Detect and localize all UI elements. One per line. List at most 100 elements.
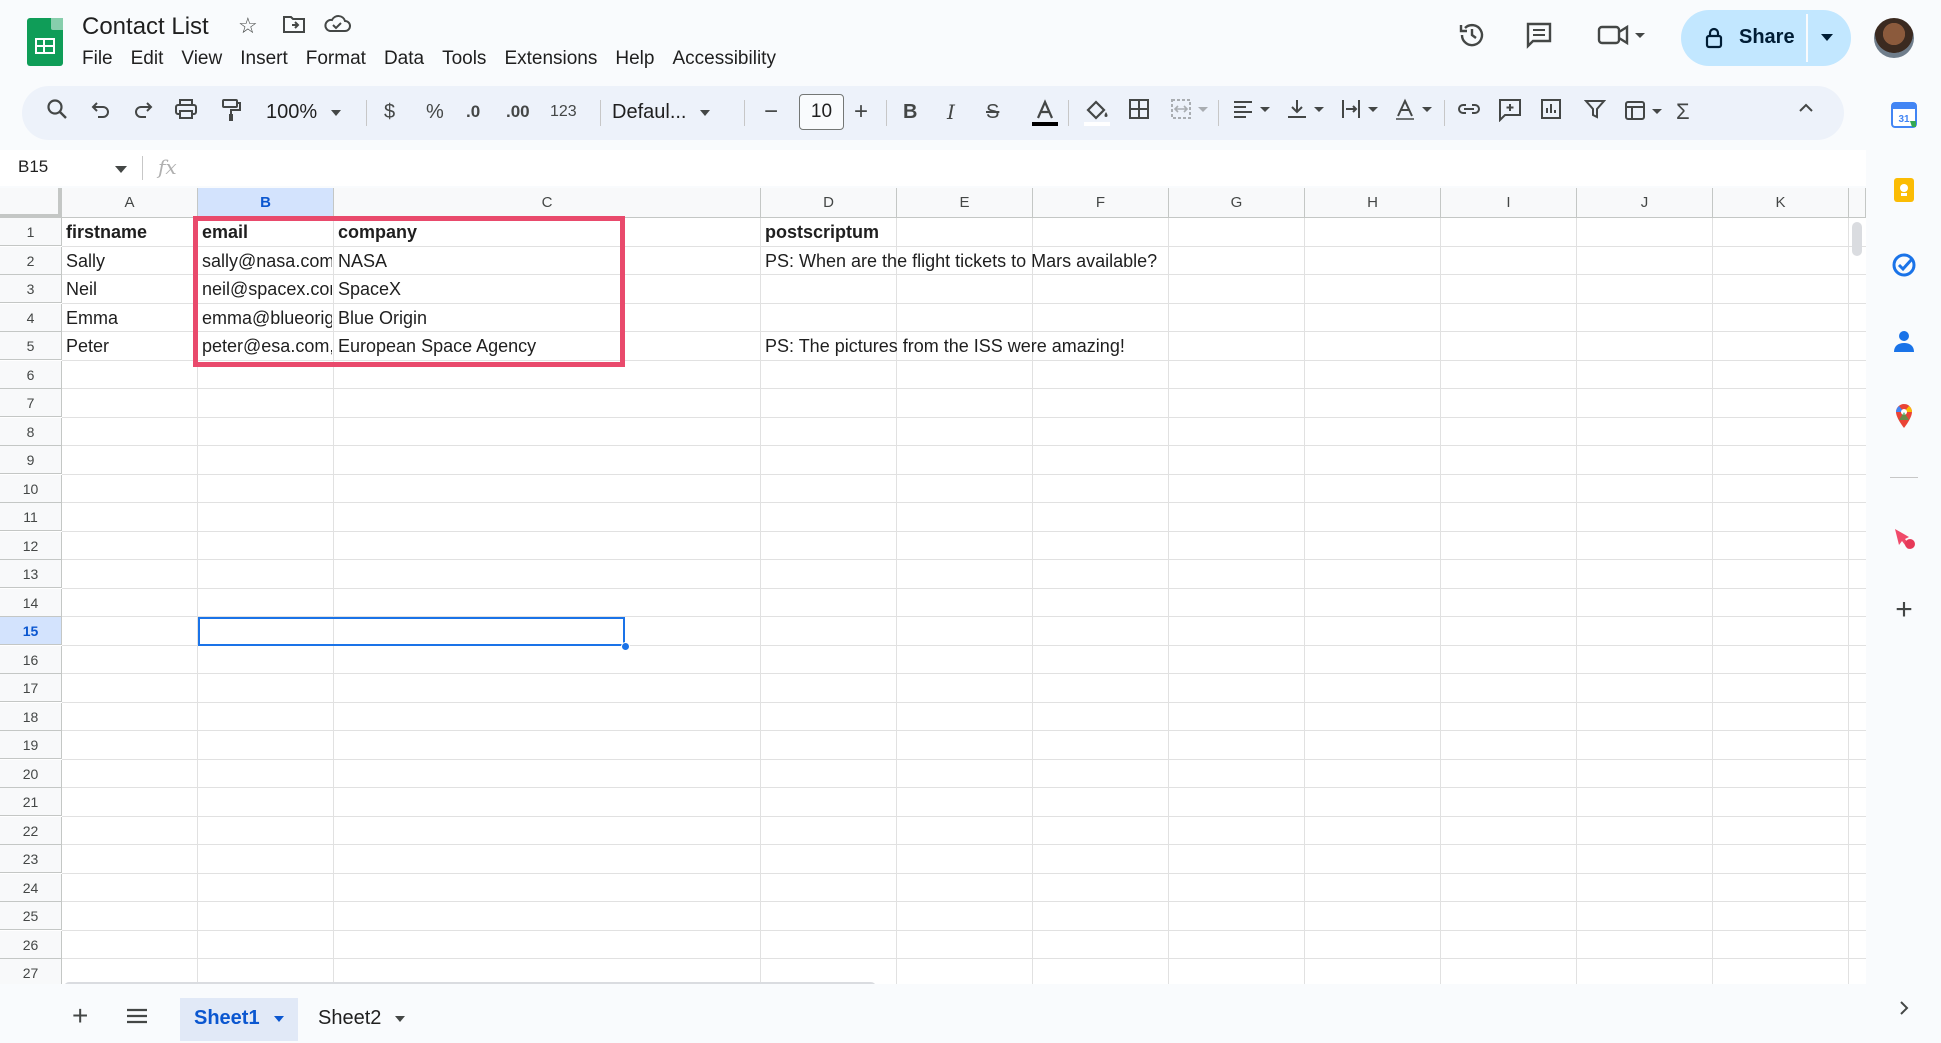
menu-extensions[interactable]: Extensions (504, 47, 597, 71)
formula-input[interactable] (190, 157, 1790, 179)
column-header-g[interactable]: G (1169, 188, 1305, 218)
functions-icon[interactable]: Σ (1676, 98, 1690, 126)
row-header-22[interactable]: 22 (0, 816, 62, 845)
column-header-j[interactable]: J (1577, 188, 1713, 218)
cell-d2[interactable]: PS: When are the flight tickets to Mars … (761, 247, 1847, 275)
row-header-14[interactable]: 14 (0, 588, 62, 617)
menu-data[interactable]: Data (384, 47, 424, 71)
cell-d5[interactable]: PS: The pictures from the ISS were amazi… (761, 332, 1847, 360)
print-icon[interactable] (174, 98, 198, 128)
column-header-h[interactable]: H (1305, 188, 1441, 218)
row-header-15[interactable]: 15 (0, 617, 62, 645)
percent-format-button[interactable]: % (426, 98, 444, 126)
increase-font-size-button[interactable]: + (854, 98, 868, 126)
share-dropdown-icon[interactable] (1821, 34, 1833, 41)
row-header-1[interactable]: 1 (0, 218, 62, 246)
get-addons-icon[interactable]: + (1891, 595, 1917, 625)
horizontal-align-icon[interactable] (1232, 98, 1274, 128)
search-menus-icon[interactable] (46, 98, 68, 128)
row-header-20[interactable]: 20 (0, 759, 62, 788)
column-header-d[interactable]: D (761, 188, 897, 218)
column-header-c[interactable]: C (334, 188, 761, 218)
expand-side-panel-icon[interactable] (1891, 995, 1917, 1021)
active-cell-selection[interactable] (198, 617, 625, 646)
row-header-16[interactable]: 16 (0, 645, 62, 674)
cell-a2[interactable]: Sally (62, 247, 196, 275)
name-box-dropdown-icon[interactable] (115, 166, 127, 173)
collapse-toolbar-icon[interactable] (1796, 98, 1816, 126)
menu-format[interactable]: Format (306, 47, 366, 71)
vertical-align-icon[interactable] (1286, 98, 1328, 128)
menu-help[interactable]: Help (615, 47, 654, 71)
sheets-logo-icon[interactable] (27, 18, 63, 66)
decrease-decimal-button[interactable]: .0 (466, 98, 480, 126)
text-rotation-icon[interactable] (1394, 98, 1436, 128)
name-box[interactable]: B15 (18, 157, 48, 177)
menu-accessibility[interactable]: Accessibility (672, 47, 775, 71)
row-header-26[interactable]: 26 (0, 930, 62, 959)
fill-handle[interactable] (621, 642, 630, 651)
cell-a1[interactable]: firstname (62, 218, 196, 246)
row-header-10[interactable]: 10 (0, 474, 62, 503)
document-title[interactable]: Contact List (82, 13, 209, 41)
increase-decimal-button[interactable]: .00 (506, 98, 530, 126)
menu-file[interactable]: File (82, 47, 113, 71)
row-header-11[interactable]: 11 (0, 503, 62, 531)
redo-icon[interactable] (132, 98, 154, 128)
row-header-13[interactable]: 13 (0, 560, 62, 588)
column-header-k[interactable]: K (1713, 188, 1849, 218)
menu-edit[interactable]: Edit (131, 47, 164, 71)
text-color-icon[interactable] (1030, 98, 1060, 136)
column-header-f[interactable]: F (1033, 188, 1169, 218)
tab-sheet2[interactable]: Sheet2 (304, 998, 419, 1041)
font-select[interactable]: Defaul... (612, 98, 711, 126)
meet-icon[interactable] (1597, 20, 1647, 57)
row-header-7[interactable]: 7 (0, 389, 62, 417)
move-folder-icon[interactable] (282, 13, 306, 41)
bold-icon[interactable]: B (903, 98, 917, 126)
calendar-icon[interactable]: 31 (1891, 102, 1917, 128)
borders-icon[interactable] (1128, 98, 1150, 128)
addon-icon[interactable] (1891, 525, 1917, 551)
share-button[interactable]: Share (1681, 10, 1851, 66)
star-icon[interactable]: ☆ (238, 13, 258, 39)
merge-cells-icon[interactable] (1170, 98, 1212, 128)
maps-icon[interactable] (1891, 403, 1917, 429)
insert-link-icon[interactable] (1456, 98, 1482, 128)
row-header-8[interactable]: 8 (0, 417, 62, 446)
filter-icon[interactable] (1583, 98, 1607, 128)
add-sheet-icon[interactable]: + (72, 1000, 88, 1032)
row-header-17[interactable]: 17 (0, 674, 62, 702)
row-header-3[interactable]: 3 (0, 275, 62, 303)
font-size-input[interactable]: 10 (799, 94, 844, 130)
menu-insert[interactable]: Insert (240, 47, 288, 71)
italic-icon[interactable]: I (947, 98, 955, 126)
row-header-21[interactable]: 21 (0, 788, 62, 816)
column-header-b[interactable]: B (198, 188, 334, 218)
row-header-19[interactable]: 19 (0, 731, 62, 759)
menu-tools[interactable]: Tools (442, 47, 486, 71)
cell-a3[interactable]: Neil (62, 275, 196, 303)
paint-format-icon[interactable] (220, 98, 242, 130)
row-header-24[interactable]: 24 (0, 873, 62, 902)
cell-a5[interactable]: Peter (62, 332, 196, 360)
strikethrough-icon[interactable]: S (986, 98, 999, 126)
row-header-12[interactable]: 12 (0, 531, 62, 560)
select-all-corner[interactable] (0, 188, 62, 218)
contacts-icon[interactable] (1891, 328, 1917, 354)
tasks-icon[interactable] (1891, 252, 1917, 278)
row-header-5[interactable]: 5 (0, 332, 62, 360)
row-header-6[interactable]: 6 (0, 360, 62, 389)
text-wrapping-icon[interactable] (1340, 98, 1382, 128)
spreadsheet-grid[interactable]: A B C D E F G H I J K 1 2 3 4 5 6 7 8 9 10 11 12 13 14 15 16 17 18 19… (0, 188, 1866, 984)
row-header-2[interactable]: 2 (0, 246, 62, 275)
row-header-4[interactable]: 4 (0, 303, 62, 332)
comments-icon[interactable] (1524, 20, 1554, 57)
row-header-18[interactable]: 18 (0, 702, 62, 731)
insert-comment-icon[interactable] (1498, 98, 1522, 130)
cell-a4[interactable]: Emma (62, 304, 196, 332)
horizontal-scrollbar[interactable] (64, 982, 876, 984)
all-sheets-icon[interactable] (126, 1004, 148, 1032)
tab-sheet1[interactable]: Sheet1 (180, 998, 298, 1041)
row-header-23[interactable]: 23 (0, 845, 62, 873)
